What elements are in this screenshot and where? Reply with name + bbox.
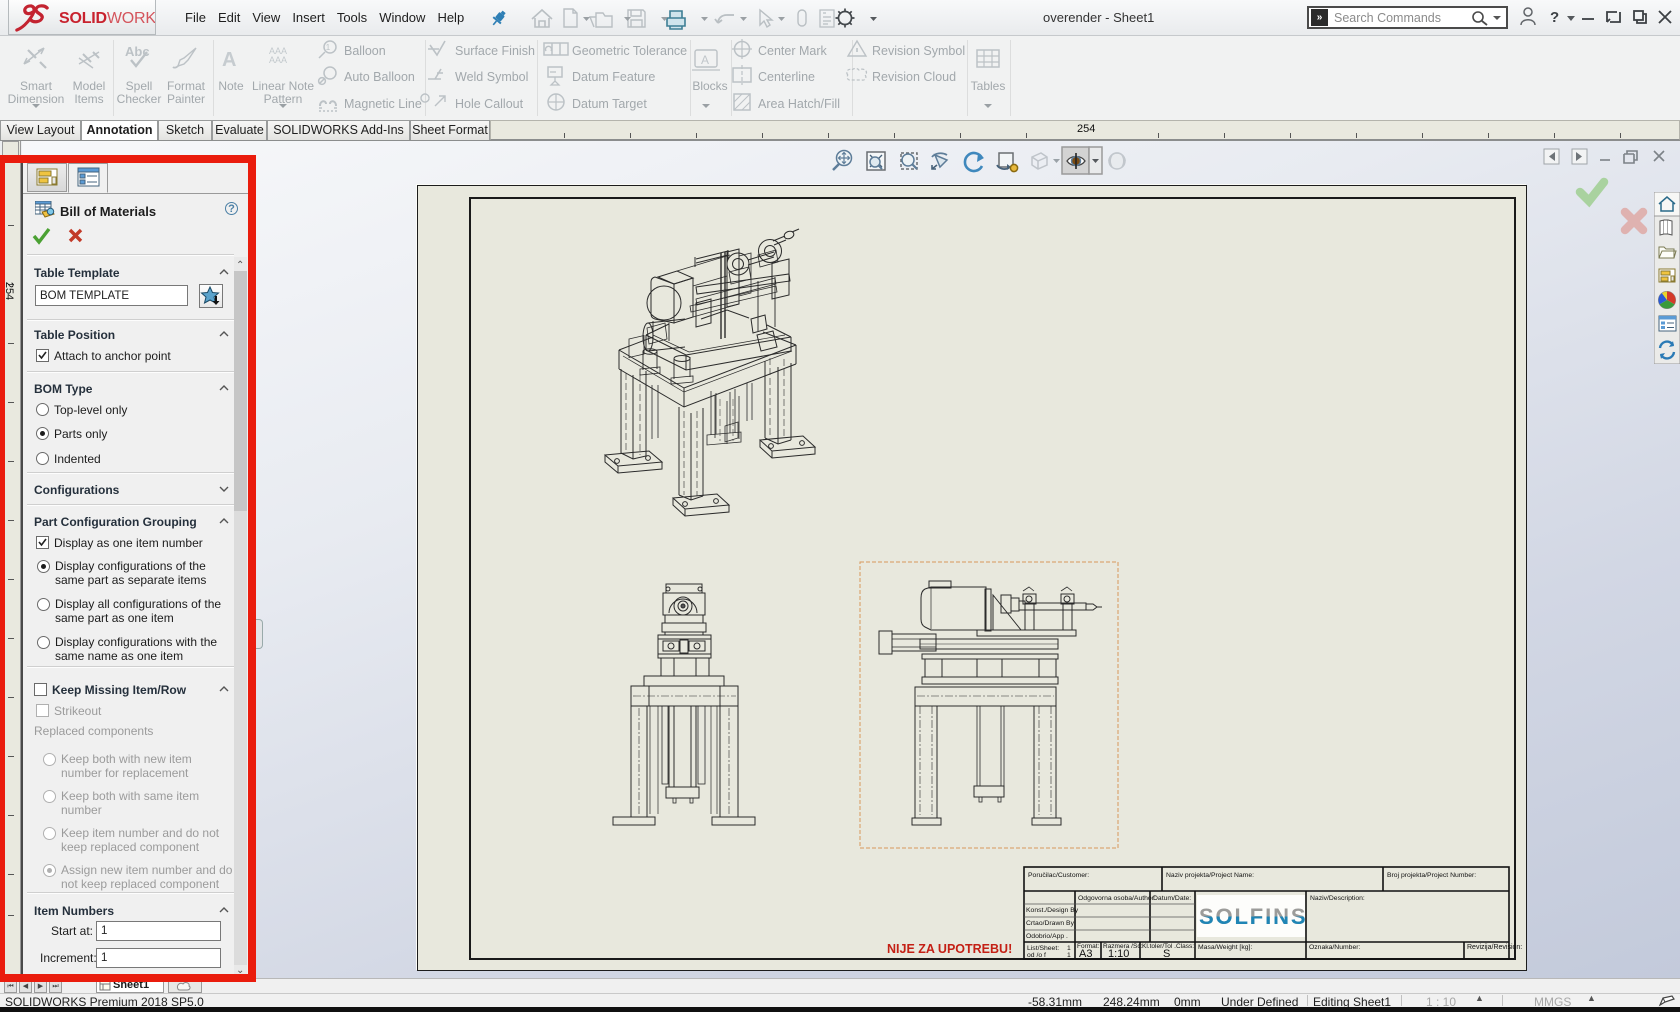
svg-text:od /o f: od /o f	[1027, 952, 1046, 959]
svg-text:1: 1	[326, 43, 331, 52]
svg-text:Oznaka/Number:: Oznaka/Number:	[1309, 944, 1360, 951]
svg-text:List/Sheet:: List/Sheet:	[1027, 945, 1059, 952]
svg-text:?: ?	[1550, 9, 1559, 26]
svg-text:SOLIDWORKS: SOLIDWORKS	[59, 10, 155, 27]
svg-text:Datum/Date:: Datum/Date:	[1153, 895, 1191, 902]
svg-text:Odgovorna osoba/Author:: Odgovorna osoba/Author:	[1078, 895, 1156, 902]
svg-text:Poručilac/Customer:: Poručilac/Customer:	[1028, 872, 1089, 879]
svg-text:Broj projekta/Project Number:: Broj projekta/Project Number:	[1387, 872, 1476, 879]
svg-text:S: S	[1163, 948, 1170, 960]
svg-text:Masa/Weight [kg]:: Masa/Weight [kg]:	[1198, 944, 1252, 951]
svg-text:A3: A3	[1079, 948, 1092, 960]
svg-text:Revizija/Revision:: Revizija/Revision:	[1467, 944, 1522, 951]
svg-text:1:10: 1:10	[1108, 948, 1129, 960]
svg-text:Naziv projekta/Project Name:: Naziv projekta/Project Name:	[1166, 872, 1254, 879]
svg-text:Odobrio/App .: Odobrio/App .	[1026, 933, 1068, 940]
svg-text:A: A	[222, 49, 236, 71]
svg-text:NIJE ZA UPOTREBU!: NIJE ZA UPOTREBU!	[887, 942, 1012, 956]
svg-text:Crtao/Drawn By: Crtao/Drawn By	[1026, 920, 1075, 927]
svg-text:Konst./Design By: Konst./Design By	[1026, 907, 1079, 914]
svg-text:1: 1	[1067, 952, 1071, 959]
svg-text:AAA: AAA	[269, 55, 287, 65]
svg-text:A: A	[701, 53, 709, 67]
svg-text:1: 1	[1067, 945, 1071, 952]
svg-text:Naziv/Description:: Naziv/Description:	[1310, 895, 1365, 902]
